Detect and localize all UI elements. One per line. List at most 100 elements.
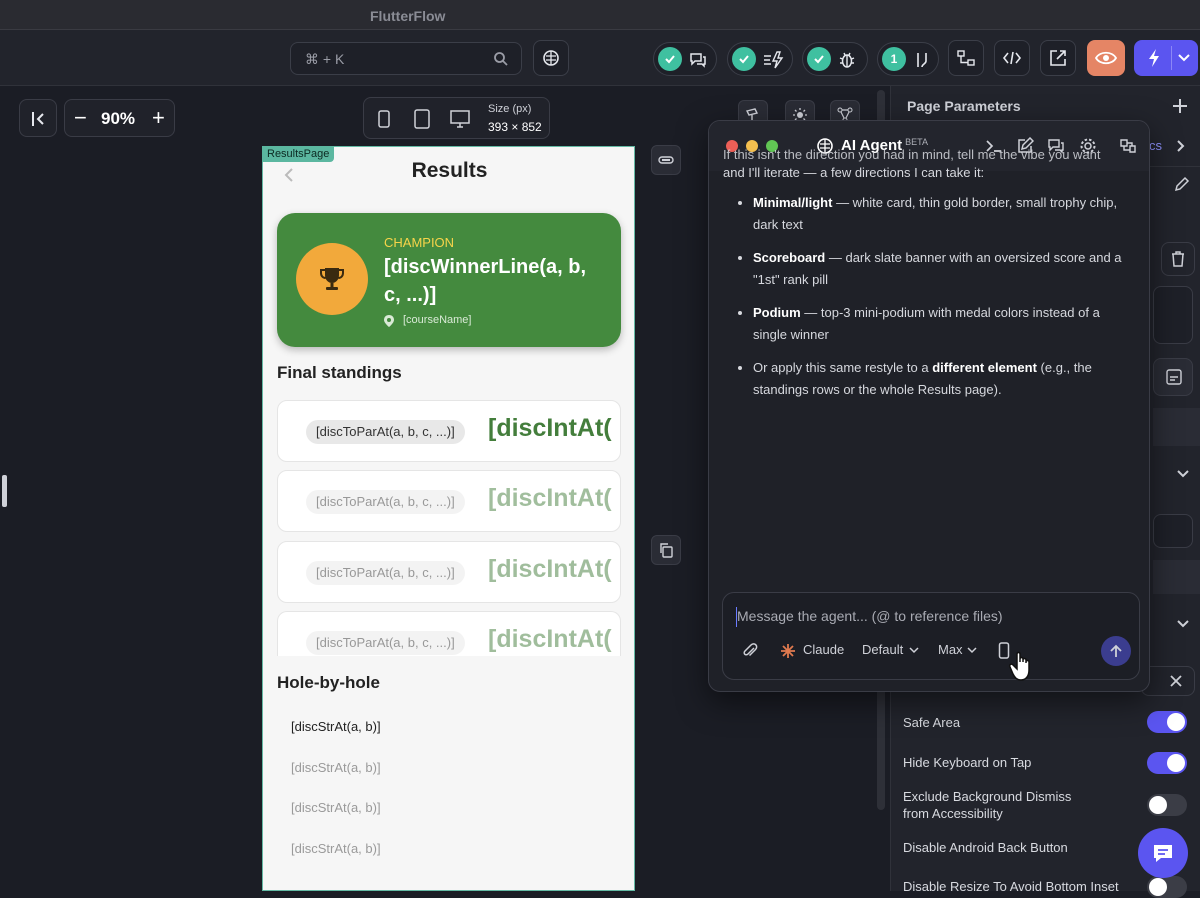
agent-options-list: Minimal/light — white card, thin gold bo… <box>723 192 1133 401</box>
chevron-right-icon[interactable] <box>1176 139 1186 153</box>
model-selector[interactable]: Claude <box>803 642 844 657</box>
hole-row: [discStrAt(a, b)] <box>291 719 381 734</box>
git-status-button[interactable]: 1 <box>877 42 939 76</box>
option-prefix: Or apply this same restyle to a <box>753 360 933 375</box>
search-icon <box>494 52 508 66</box>
agent-option: Podium — top-3 mini-podium with medal co… <box>753 302 1133 346</box>
layout-button[interactable] <box>1153 358 1193 396</box>
preview-button[interactable] <box>1087 40 1125 76</box>
page-title: Results <box>411 159 488 182</box>
hole-by-hole-heading: Hole-by-hole <box>277 673 380 692</box>
course-name: [courseName] <box>403 314 472 326</box>
claude-spark-icon <box>781 644 795 658</box>
standings-row[interactable]: [discToParAt(a, b, c, ...)] [discIntAt( <box>277 611 621 656</box>
branch-icon <box>917 53 927 68</box>
collapse-panel-button[interactable] <box>19 99 57 137</box>
debug-check-button[interactable] <box>802 42 868 76</box>
zoom-in-button[interactable]: + <box>152 105 165 131</box>
value-field[interactable] <box>1153 286 1193 344</box>
input-field[interactable] <box>1153 514 1193 548</box>
collapse-left-icon <box>32 112 44 126</box>
comments-icon <box>690 53 706 68</box>
window-titlebar: FlutterFlow <box>0 0 1200 30</box>
chevron-down-icon[interactable] <box>1176 469 1190 479</box>
hide-keyboard-label: Hide Keyboard on Tap <box>903 755 1032 770</box>
left-resize-handle[interactable] <box>2 475 7 507</box>
message-input[interactable]: Message the agent... (@ to reference fil… <box>737 608 1003 624</box>
champion-winner-line: [discWinnerLine(a, b, c, ...)] <box>384 256 587 306</box>
option-title: different element <box>932 360 1037 375</box>
action-bolt-icon <box>764 51 784 69</box>
copy-element-button[interactable] <box>651 535 681 565</box>
desktop-icon[interactable] <box>450 110 470 128</box>
safe-area-label: Safe Area <box>903 715 961 730</box>
chevron-down-icon[interactable] <box>967 647 977 655</box>
disable-resize-toggle[interactable] <box>1147 876 1187 898</box>
chevron-down-icon[interactable] <box>909 647 919 655</box>
chat-support-button[interactable] <box>1138 828 1188 878</box>
actions-check-button[interactable] <box>727 42 793 76</box>
chat-bubble-icon <box>1154 845 1172 862</box>
disable-resize-label: Disable Resize To Avoid Bottom Inset <box>903 879 1119 894</box>
brain-button[interactable] <box>533 40 569 76</box>
command-search[interactable]: ⌘ + K <box>290 42 522 75</box>
exclude-dismiss-toggle[interactable] <box>1147 794 1187 816</box>
hide-keyboard-toggle[interactable] <box>1147 752 1187 774</box>
exclude-dismiss-label: Exclude Background Dismiss from Accessib… <box>903 789 1072 821</box>
to-par-pill: [discToParAt(a, b, c, ...)] <box>306 490 465 514</box>
brain-icon <box>543 50 559 66</box>
section-bar <box>1153 408 1200 446</box>
lightning-icon <box>1149 49 1159 67</box>
close-icon[interactable] <box>1170 675 1182 687</box>
check-icon <box>658 47 682 71</box>
phone-icon[interactable] <box>377 110 391 128</box>
trash-icon <box>1172 251 1184 267</box>
check-icon <box>732 47 756 71</box>
page-tag: ResultsPage <box>262 146 335 162</box>
score-value: [discIntAt( <box>488 414 612 442</box>
zoom-control: − 90% + <box>64 99 175 137</box>
effort-selector[interactable]: Max <box>938 642 963 657</box>
option-title: Podium <box>753 305 801 320</box>
phone-preview: Results CHAMPION [discWinnerLine(a, b, c… <box>262 146 635 891</box>
chevron-down-icon[interactable] <box>1176 619 1190 629</box>
safe-area-toggle[interactable] <box>1147 711 1187 733</box>
agent-option: Scoreboard — dark slate banner with an o… <box>753 247 1133 291</box>
hole-row: [discStrAt(a, b)] <box>291 841 381 856</box>
add-parameter-icon[interactable] <box>1172 98 1188 114</box>
score-value: [discIntAt( <box>488 555 612 583</box>
send-button[interactable] <box>1101 636 1131 666</box>
tablet-icon[interactable] <box>413 109 431 129</box>
final-standings-heading: Final standings <box>277 363 402 382</box>
champion-card[interactable]: CHAMPION [discWinnerLine(a, b, c, ...)] … <box>277 213 621 347</box>
chevron-down-icon[interactable] <box>1178 53 1190 63</box>
run-button[interactable] <box>1134 40 1198 76</box>
tree-button[interactable] <box>948 40 984 76</box>
code-button[interactable] <box>994 40 1030 76</box>
agent-option: Or apply this same restyle to a differen… <box>753 357 1133 401</box>
option-title: Minimal/light <box>753 195 833 210</box>
attach-paperclip-icon[interactable] <box>741 642 759 660</box>
partial-tab-label[interactable]: cs <box>1149 138 1162 153</box>
search-shortcut: ⌘ + K <box>305 51 345 67</box>
location-pin-icon <box>384 315 394 327</box>
comments-check-button[interactable] <box>653 42 717 76</box>
open-external-button[interactable] <box>1040 40 1076 76</box>
code-icon <box>1002 51 1022 65</box>
zoom-out-button[interactable]: − <box>74 105 87 131</box>
standings-row[interactable]: [discToParAt(a, b, c, ...)] [discIntAt( <box>277 541 621 603</box>
agent-option: Minimal/light — white card, thin gold bo… <box>753 192 1133 236</box>
hole-row: [discStrAt(a, b)] <box>291 800 381 815</box>
message-composer[interactable]: Message the agent... (@ to reference fil… <box>722 592 1140 680</box>
standings-row[interactable]: [discToParAt(a, b, c, ...)] [discIntAt( <box>277 400 621 462</box>
delete-button[interactable] <box>1161 242 1195 276</box>
bug-icon <box>839 52 855 68</box>
mode-selector[interactable]: Default <box>862 642 903 657</box>
arrow-up-icon <box>1110 644 1122 657</box>
toggle-element-button[interactable] <box>651 145 681 175</box>
standings-row[interactable]: [discToParAt(a, b, c, ...)] [discIntAt( <box>277 470 621 532</box>
top-toolbar: ⌘ + K 1 <box>0 30 1200 86</box>
trophy-icon <box>320 268 344 290</box>
size-value: 393 × 852 <box>488 120 542 134</box>
edit-pencil-icon[interactable] <box>1174 176 1190 192</box>
